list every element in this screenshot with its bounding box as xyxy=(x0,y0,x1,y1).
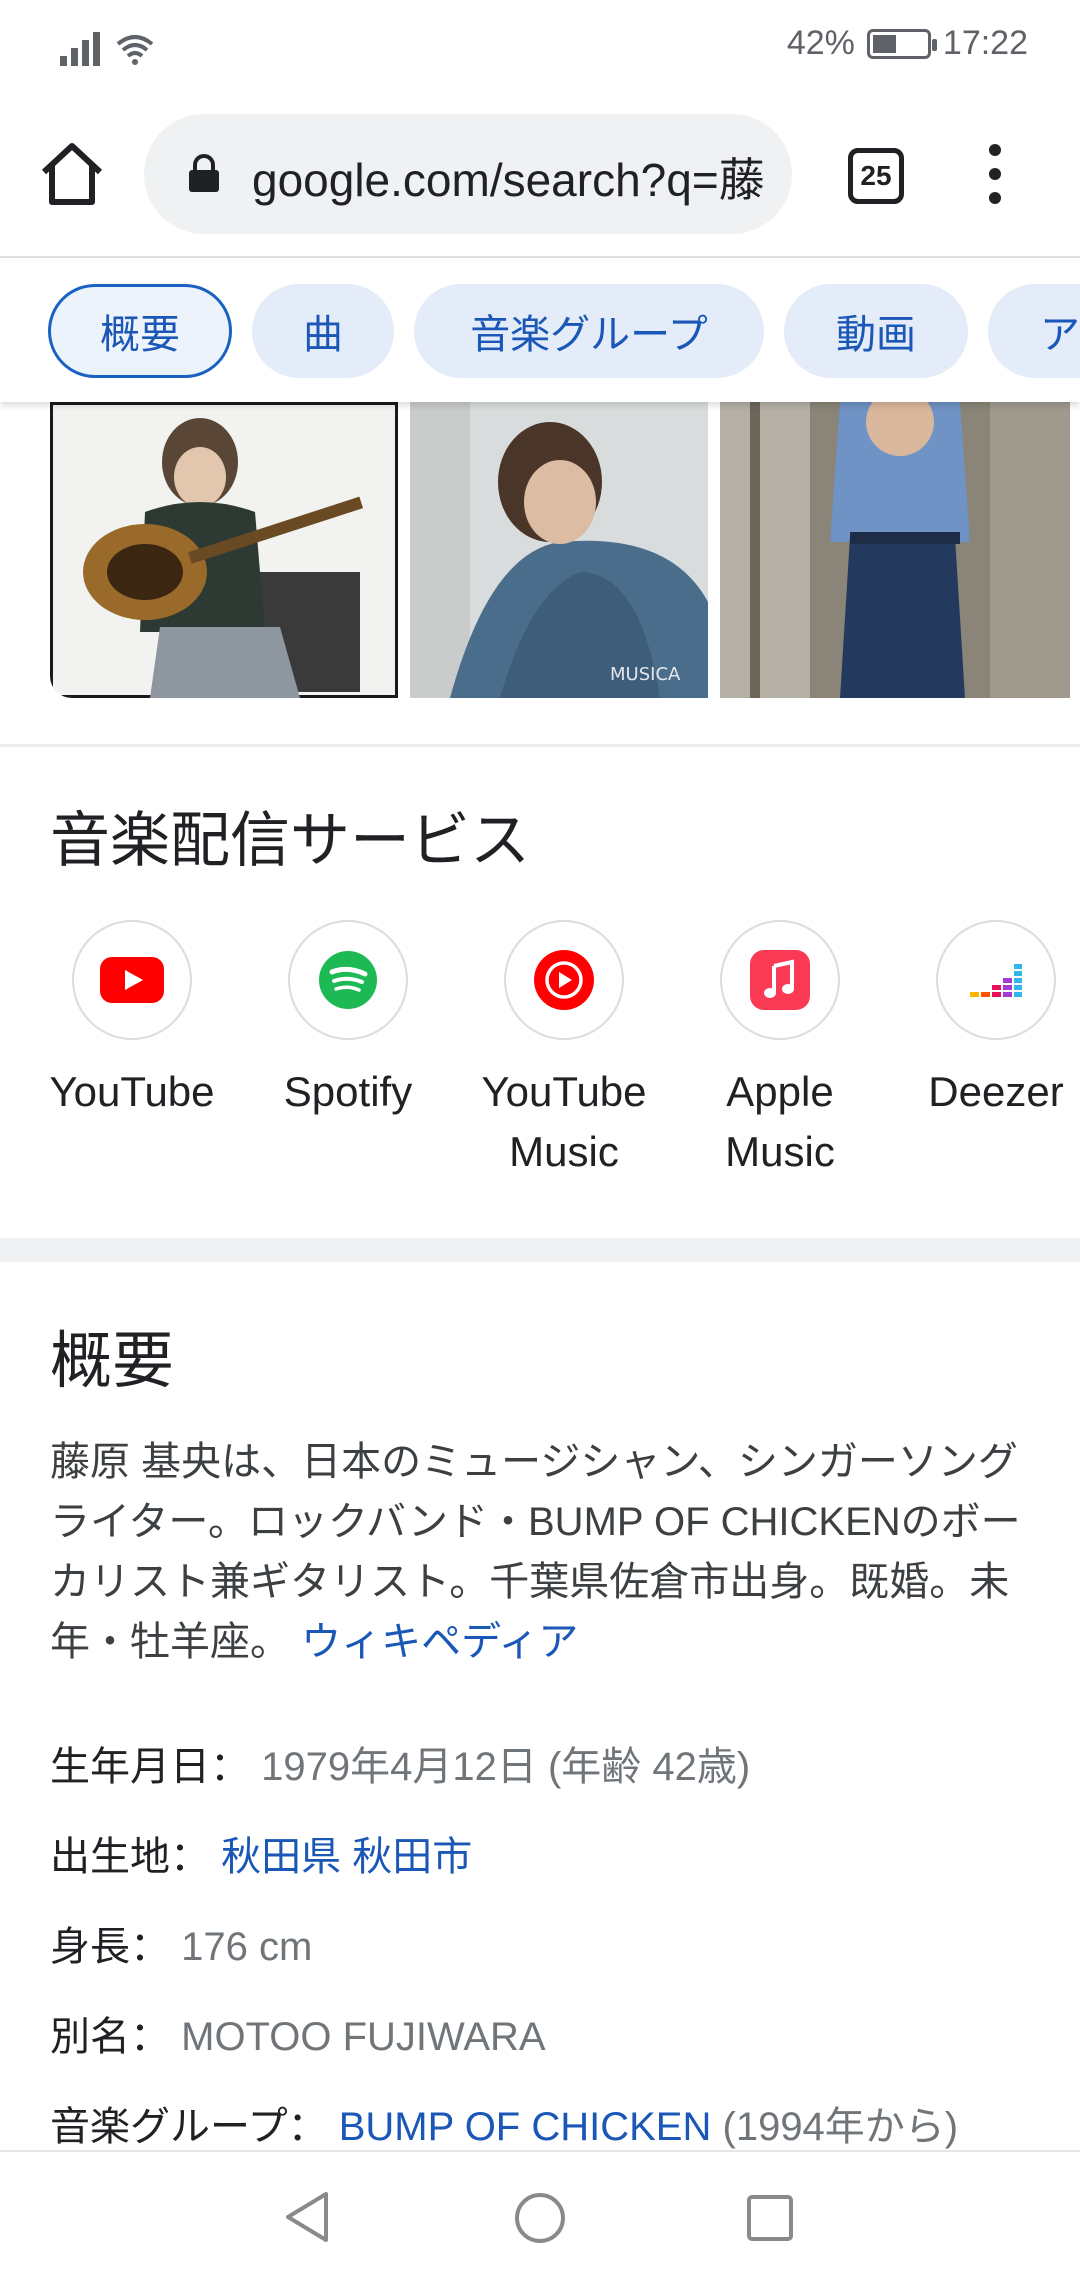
home-nav-icon[interactable] xyxy=(514,2192,566,2244)
birthplace-link[interactable]: 秋田県 秋田市 xyxy=(221,1835,472,1879)
artist-photo-1[interactable] xyxy=(50,402,398,698)
more-menu-icon[interactable] xyxy=(980,144,1010,204)
fact-value: 176 cm xyxy=(181,1925,313,1969)
artist-photo-3[interactable] xyxy=(720,402,1070,698)
lock-icon xyxy=(189,154,219,192)
url-text: google.com/search?q=藤 xyxy=(252,154,765,206)
apple-music-icon xyxy=(720,920,840,1040)
chip-music-group[interactable]: 音楽グループ xyxy=(414,284,764,378)
service-spotify[interactable]: Spotify xyxy=(238,920,458,1122)
service-name: Spotify xyxy=(283,1068,413,1115)
artist-photo-2[interactable]: MUSICA xyxy=(410,402,708,698)
services-heading: 音楽配信サービス xyxy=(50,807,530,874)
fact-value: MOTOO FUJIWARA xyxy=(181,2015,546,2059)
recents-icon[interactable] xyxy=(746,2194,794,2242)
fact-list: 生年月日： 1979年4月12日 (年齢 42歳) 出生地： 秋田県 秋田市 身… xyxy=(50,1722,1070,2172)
fact-label: 生年月日： xyxy=(50,1745,250,1789)
service-name: YouTube Music xyxy=(481,1068,647,1175)
deezer-icon xyxy=(936,920,1056,1040)
battery-icon xyxy=(866,28,937,59)
fact-alias: 別名： MOTOO FUJIWARA xyxy=(50,1992,1070,2082)
service-name: YouTube xyxy=(49,1068,215,1115)
service-name: Deezer xyxy=(928,1068,1064,1115)
section-separator xyxy=(0,1238,1080,1262)
spotify-icon xyxy=(288,920,408,1040)
fact-value: (1994年から) xyxy=(722,2105,959,2149)
fact-label: 音楽グループ： xyxy=(50,2105,328,2149)
chip-videos[interactable]: 動画 xyxy=(784,284,968,378)
service-apple-music[interactable]: Apple Music xyxy=(670,920,890,1182)
signal-wifi-icon xyxy=(60,32,154,66)
fact-birthplace: 出生地： 秋田県 秋田市 xyxy=(50,1812,1070,1902)
back-icon[interactable] xyxy=(282,2190,332,2244)
tab-switcher-button[interactable]: 25 xyxy=(848,148,904,204)
clock: 17:22 xyxy=(942,24,1028,62)
group-link[interactable]: BUMP OF CHICKEN xyxy=(339,2105,712,2149)
chip-overview[interactable]: 概要 xyxy=(48,284,232,378)
fact-value: 1979年4月12日 (年齢 42歳) xyxy=(261,1745,751,1789)
section-divider xyxy=(0,744,1080,747)
wikipedia-link[interactable]: ウィキペディア xyxy=(301,1620,578,1664)
fact-label: 出生地： xyxy=(50,1835,210,1879)
chip-more[interactable]: ア xyxy=(988,284,1080,378)
home-icon[interactable] xyxy=(36,138,108,210)
filter-chips: 概要 曲 音楽グループ 動画 ア xyxy=(0,260,1080,402)
svg-text:MUSICA: MUSICA xyxy=(610,664,681,685)
service-youtube[interactable]: YouTube xyxy=(22,920,242,1122)
service-deezer[interactable]: Deezer xyxy=(886,920,1080,1122)
browser-toolbar: google.com/search?q=藤 25 xyxy=(0,92,1080,258)
address-bar[interactable]: google.com/search?q=藤 xyxy=(144,114,792,234)
fact-label: 身長： xyxy=(50,1925,170,1969)
youtube-icon xyxy=(72,920,192,1040)
fact-label: 別名： xyxy=(50,2015,170,2059)
youtube-music-icon xyxy=(504,920,624,1040)
fact-height: 身長： 176 cm xyxy=(50,1902,1070,1992)
status-bar: 42% 17:22 xyxy=(0,0,1080,92)
service-name: Apple Music xyxy=(725,1068,835,1175)
fact-birth-date: 生年月日： 1979年4月12日 (年齢 42歳) xyxy=(50,1722,1070,1812)
system-nav-bar xyxy=(0,2150,1080,2280)
image-strip: MUSICA xyxy=(0,402,1080,702)
overview-heading: 概要 xyxy=(50,1327,175,1396)
overview-description: 藤原 基央は、日本のミュージシャン、シンガーソングライター。ロックバンド・BUM… xyxy=(50,1432,1040,1672)
service-youtube-music[interactable]: YouTube Music xyxy=(454,920,674,1182)
chip-songs[interactable]: 曲 xyxy=(252,284,394,378)
battery-percent: 42% xyxy=(786,24,855,62)
